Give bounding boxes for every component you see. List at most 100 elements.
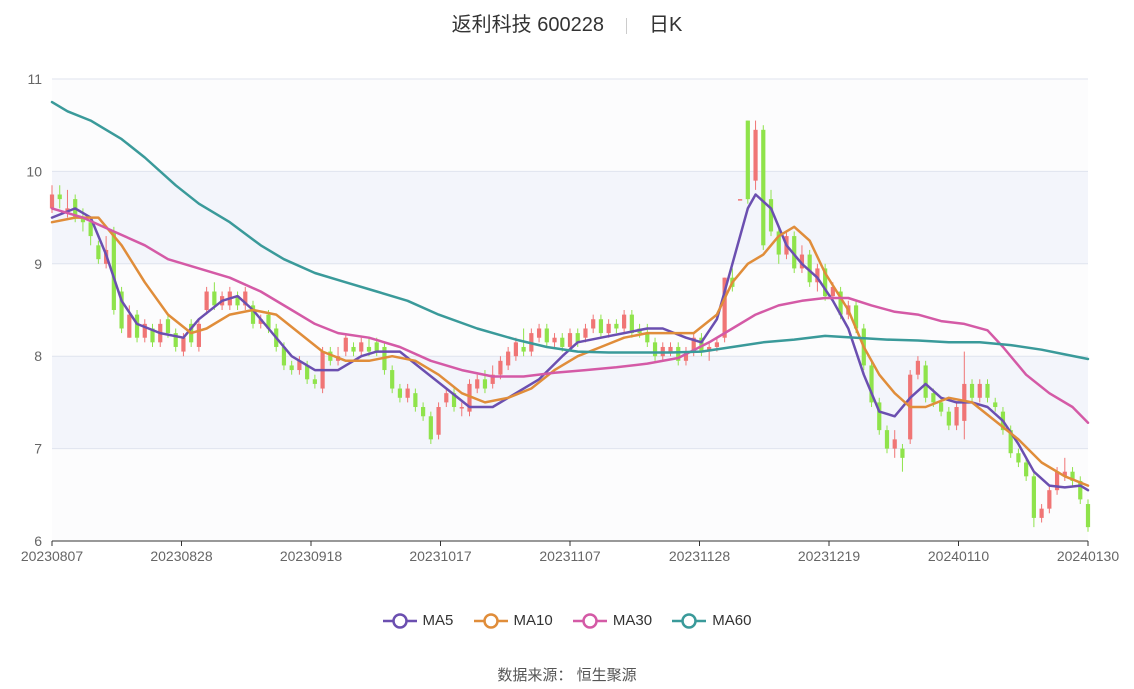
candle-body — [498, 360, 503, 375]
y-tick-label: 9 — [34, 256, 42, 272]
candle-body — [714, 342, 719, 347]
x-tick-label: 20231107 — [539, 548, 600, 564]
candle-body — [915, 360, 921, 375]
candle-body — [1016, 453, 1021, 463]
candle-body — [204, 291, 209, 310]
candle-body — [884, 430, 890, 449]
legend-ma60-label: MA60 — [712, 612, 752, 629]
x-tick-label: 20230828 — [150, 548, 213, 564]
candle-body — [923, 365, 928, 398]
candle-body — [359, 342, 364, 352]
candle-body — [969, 383, 975, 398]
candle-body — [985, 383, 990, 398]
legend-ma10-label: MA10 — [513, 612, 553, 629]
candle-body — [622, 314, 627, 329]
candle-body — [57, 194, 62, 200]
chart-legend: MA5 MA10 MA30 MA60 — [0, 612, 1134, 633]
candle-body — [892, 439, 897, 449]
candle-body — [567, 333, 573, 347]
candle-body — [405, 388, 410, 398]
x-tick-label: 20231017 — [409, 548, 472, 564]
candle-body — [745, 120, 750, 200]
y-tick-label: 11 — [27, 71, 42, 87]
candle-body — [1047, 490, 1052, 509]
candle-body — [977, 383, 982, 398]
x-tick-label: 20240110 — [928, 548, 989, 564]
candle-body — [931, 393, 936, 403]
candle-body — [459, 407, 464, 409]
candle-body — [181, 337, 186, 352]
x-tick-label: 20231219 — [798, 548, 861, 564]
candle-body — [289, 365, 294, 371]
candle-body — [954, 407, 959, 426]
candle-body — [374, 342, 379, 352]
candle-body — [598, 319, 604, 334]
y-tick-label: 7 — [34, 441, 42, 457]
candle-body — [591, 319, 596, 329]
y-tick-label: 8 — [34, 348, 42, 364]
candle-body — [366, 346, 372, 352]
y-tick-label: 6 — [34, 533, 42, 549]
candle-body — [49, 194, 55, 209]
grid-band — [52, 79, 1088, 172]
candle-body — [312, 379, 317, 384]
grid-band — [52, 171, 1088, 264]
candle-body — [1031, 476, 1036, 518]
legend-ma30[interactable]: MA30 — [572, 612, 653, 629]
legend-ma5-label: MA5 — [422, 612, 454, 629]
candle-body — [444, 393, 449, 403]
x-tick-label: 20240130 — [1057, 548, 1120, 564]
grid-band — [52, 448, 1088, 541]
candle-body — [737, 199, 743, 201]
candle-body — [343, 337, 348, 352]
candle-body — [196, 323, 201, 347]
candle-body — [1024, 462, 1029, 477]
candle-body — [134, 314, 140, 338]
data-source-label: 数据来源： — [497, 667, 573, 684]
legend-ma60[interactable]: MA60 — [672, 612, 751, 629]
candle-body — [1039, 508, 1044, 518]
candle-body — [761, 129, 766, 246]
data-source: 数据来源： 恒生聚源 — [0, 664, 1134, 685]
x-tick-label: 20231128 — [669, 548, 730, 564]
legend-ma30-icon — [572, 612, 607, 629]
candle-body — [475, 379, 480, 389]
x-tick-label: 20230807 — [21, 548, 84, 564]
y-tick-label: 10 — [26, 163, 42, 179]
data-source-value: 恒生聚源 — [576, 667, 637, 684]
candle-body — [397, 388, 403, 398]
candle-body — [900, 448, 905, 458]
candle-body — [421, 407, 426, 417]
candle-body — [212, 291, 217, 306]
grid-band — [52, 356, 1088, 449]
candle-body — [96, 245, 101, 260]
candle-body — [413, 393, 418, 408]
candle-body — [753, 129, 758, 181]
candle-body — [993, 402, 998, 408]
legend-ma10[interactable]: MA10 — [473, 612, 553, 629]
kline-chart: 6 7 8 9 10 11 20230807 20230828 20230918 20231017… — [21, 71, 1120, 564]
candle-body — [436, 407, 441, 435]
candle-body — [544, 328, 549, 343]
candle-body — [614, 323, 619, 329]
legend-ma30-label: MA30 — [612, 612, 653, 629]
candle-body — [560, 337, 565, 347]
candle-body — [939, 402, 944, 412]
candle-body — [88, 222, 93, 237]
legend-ma5[interactable]: MA5 — [382, 612, 454, 629]
candle-body — [768, 199, 774, 232]
candle-body — [127, 314, 132, 338]
legend-ma5-icon — [382, 612, 417, 629]
legend-ma10-icon — [473, 612, 508, 629]
legend-ma60-icon — [672, 612, 707, 629]
candle-body — [552, 337, 557, 343]
candle-body — [1085, 504, 1091, 528]
candle-body — [165, 319, 171, 334]
candle-body — [513, 342, 518, 357]
candle-body — [652, 342, 658, 357]
candle-body — [506, 351, 511, 366]
x-tick-label: 20230918 — [280, 548, 343, 564]
candle-body — [606, 323, 611, 334]
candle-body — [351, 346, 356, 352]
candle-body — [946, 411, 951, 426]
